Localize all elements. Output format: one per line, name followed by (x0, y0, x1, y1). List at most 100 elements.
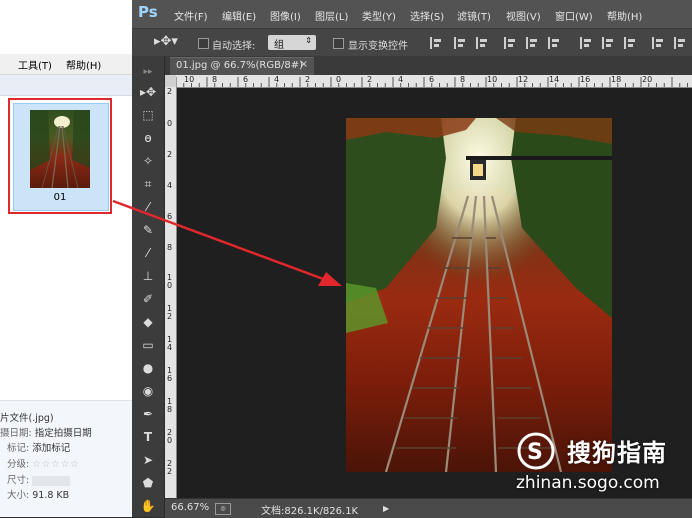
menu-help[interactable]: 帮助(H) (66, 57, 101, 72)
ps-logo: Ps (138, 3, 158, 21)
detail-file-type: 片文件(.jpg) (0, 413, 54, 424)
ruler-v-label: 2 2 (167, 459, 173, 476)
sogou-watermark: S 搜狗指南 zhinan.sogo.com (512, 431, 692, 501)
detail-rating: 分级: ☆☆☆☆☆ (7, 459, 80, 470)
crop-tool-icon[interactable]: ⌗ (137, 174, 159, 194)
ruler-v-label: 1 2 (167, 304, 173, 321)
eraser-tool-icon[interactable]: ◆ (137, 312, 159, 332)
gradient-tool-icon[interactable]: ▭ (137, 335, 159, 355)
hand-tool-icon[interactable]: ✋ (137, 496, 159, 516)
ps-menu-edit[interactable]: 编辑(E) (222, 8, 256, 23)
shape-tool-icon[interactable]: ⬟ (137, 473, 159, 493)
ruler-v-label: 2 0 (167, 428, 173, 445)
ps-tools-panel: ▸▸ ▸✥ ⬚ ɵ ✧ ⌗ ⁄ ✎ ⁄ ⊥ ✐ ◆ ▭ ● ◉ ✒ T ➤ ⬟ … (132, 56, 165, 517)
ps-menu-image[interactable]: 图像(I) (270, 8, 301, 23)
ruler-v-label: 1 0 (167, 273, 173, 290)
ruler-origin[interactable] (165, 75, 176, 87)
type-tool-icon[interactable]: T (137, 427, 159, 447)
detail-filesize: 大小: 91.8 KB (7, 490, 70, 501)
blur-tool-icon[interactable]: ● (137, 358, 159, 378)
ruler-h-label: 14 (549, 75, 560, 84)
ps-options-bar: ▸✥▾ 自动选择: 组 ⇕ 显示变换控件 (132, 28, 692, 58)
distribute-top-icon[interactable] (580, 37, 594, 49)
svg-text:S: S (527, 440, 543, 465)
explorer-toolbar-strip (0, 75, 132, 96)
ruler-v-label: 0 (167, 119, 173, 128)
sogou-logo-icon: S (517, 432, 555, 470)
ps-menu-select[interactable]: 选择(S) (410, 8, 444, 23)
dodge-tool-icon[interactable]: ◉ (137, 381, 159, 401)
ruler-h-label: 20 (642, 75, 653, 84)
marquee-tool-icon[interactable]: ⬚ (137, 105, 159, 125)
move-tool-icon[interactable]: ▸✥ (137, 82, 159, 102)
align-top-icon[interactable] (504, 37, 518, 49)
details-pane: 片文件(.jpg) 摄日期: 指定拍摄日期 标记: 添加标记 分级: ☆☆☆☆☆… (0, 400, 132, 517)
ps-menu-view[interactable]: 视图(V) (506, 8, 541, 23)
align-vcenter-icon[interactable] (526, 37, 540, 49)
ruler-h-label: 2 (367, 75, 373, 84)
ruler-v-label: 1 4 (167, 335, 173, 352)
distribute-vcenter-icon[interactable] (602, 37, 616, 49)
zoom-level[interactable]: 66.67% (171, 502, 209, 513)
ruler-h-label: 2 (305, 75, 311, 84)
pen-tool-icon[interactable]: ✒ (137, 404, 159, 424)
path-select-tool-icon[interactable]: ➤ (137, 450, 159, 470)
ruler-v-label: 1 6 (167, 366, 173, 383)
ruler-h-label: 10 (487, 75, 498, 84)
history-brush-tool-icon[interactable]: ✐ (137, 289, 159, 309)
auto-select-label: 自动选择: (212, 41, 256, 52)
detail-tag: 标记: 添加标记 (7, 443, 71, 454)
menu-tools[interactable]: 工具(T) (18, 57, 52, 72)
ruler-h-label: 6 (429, 75, 435, 84)
distribute-bottom-icon[interactable] (624, 37, 638, 49)
watermark-url: zhinan.sogo.com (516, 473, 660, 493)
zoom-icon[interactable]: ◎ (215, 503, 231, 515)
ps-menu-layer[interactable]: 图层(L) (315, 8, 348, 23)
auto-select-dropdown[interactable]: 组 ⇕ (268, 35, 316, 51)
distribute-left-icon[interactable] (652, 37, 666, 49)
ps-status-bar: 66.67% ◎ 文档:826.1K/826.1K ▶ (165, 498, 692, 518)
ruler-h-label: 8 (212, 75, 218, 84)
status-menu-arrow-icon[interactable]: ▶ (383, 504, 389, 513)
panel-grip-icon[interactable]: ▸▸ (137, 62, 159, 82)
ruler-v-label: 4 (167, 181, 173, 190)
show-transform-checkbox[interactable] (333, 38, 344, 49)
align-bottom-icon[interactable] (548, 37, 562, 49)
detail-date: 摄日期: 指定拍摄日期 (0, 428, 92, 439)
brush-tool-icon[interactable]: ⁄ (137, 243, 159, 263)
horizontal-ruler[interactable]: 10 8 6 4 2 0 2 4 6 8 10 12 14 16 18 20 (176, 75, 692, 88)
ps-menu-type[interactable]: 类型(Y) (362, 8, 396, 23)
move-tool-preset-icon[interactable]: ▸✥▾ (154, 34, 178, 49)
ruler-v-label: 6 (167, 212, 173, 221)
vertical-ruler[interactable]: 2 0 2 4 6 8 1 0 1 2 1 4 1 6 1 8 2 0 2 2 (165, 87, 177, 498)
canvas-photo-railway (346, 118, 612, 472)
detail-dimensions: 尺寸: (7, 472, 71, 486)
ruler-h-label: 8 (460, 75, 466, 84)
detail-tag-value[interactable]: 添加标记 (32, 443, 70, 454)
document-tab[interactable]: 01.jpg @ 66.7%(RGB/8#) × (170, 57, 314, 75)
ruler-h-label: 6 (243, 75, 249, 84)
ps-menu-window[interactable]: 窗口(W) (555, 8, 593, 23)
close-tab-icon[interactable]: × (300, 59, 308, 70)
rating-stars[interactable]: ☆☆☆☆☆ (32, 459, 80, 470)
quick-select-tool-icon[interactable]: ✧ (137, 151, 159, 171)
ps-menu-file[interactable]: 文件(F) (174, 8, 208, 23)
align-hcenter-icon[interactable] (454, 37, 468, 49)
blurred-value (32, 475, 71, 486)
healing-brush-tool-icon[interactable]: ✎ (137, 220, 159, 240)
align-right-icon[interactable] (476, 37, 490, 49)
ruler-h-label: 18 (611, 75, 622, 84)
doc-size-info[interactable]: 文档:826.1K/826.1K (261, 502, 358, 517)
auto-select-checkbox[interactable] (198, 38, 209, 49)
red-highlight-box (8, 98, 112, 214)
ps-menu-help[interactable]: 帮助(H) (607, 8, 642, 23)
ruler-h-label: 10 (184, 75, 195, 84)
clone-stamp-tool-icon[interactable]: ⊥ (137, 266, 159, 286)
distribute-hcenter-icon[interactable] (674, 37, 688, 49)
align-left-icon[interactable] (430, 37, 444, 49)
eyedropper-tool-icon[interactable]: ⁄ (137, 197, 159, 217)
detail-date-value[interactable]: 指定拍摄日期 (35, 428, 92, 439)
ps-menu-filter[interactable]: 滤镜(T) (457, 8, 491, 23)
lasso-tool-icon[interactable]: ɵ (137, 128, 159, 148)
ruler-v-label: 1 8 (167, 397, 173, 414)
